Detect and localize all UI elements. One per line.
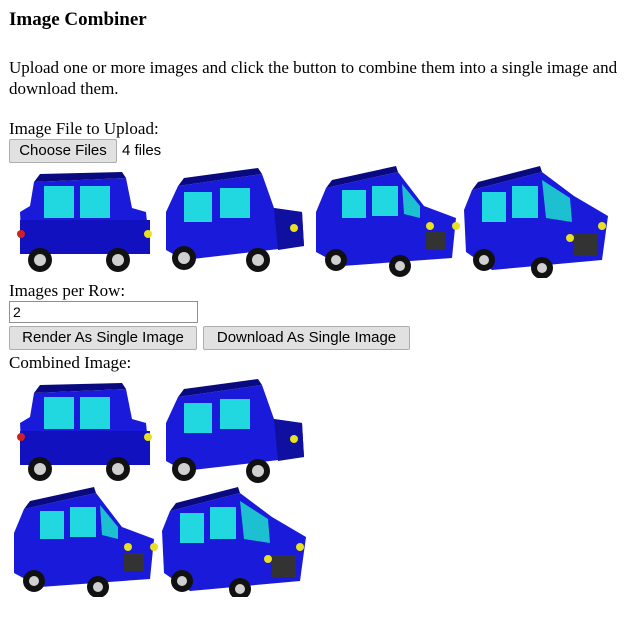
images-per-row-input[interactable]: [9, 301, 198, 323]
choose-files-button[interactable]: Choose Files: [9, 139, 117, 163]
thumbnail-3: [312, 166, 460, 278]
combined-cars-icon: [14, 379, 306, 597]
thumbnail-1: [14, 164, 154, 276]
combined-image-label: Combined Image:: [9, 353, 132, 372]
thumbnail-2: [162, 164, 308, 276]
combined-image: [14, 375, 314, 597]
upload-label: Image File to Upload:: [9, 119, 159, 138]
download-single-image-button[interactable]: Download As Single Image: [203, 326, 410, 350]
images-per-row-label: Images per Row:: [9, 281, 126, 300]
files-status: 4 files: [122, 142, 162, 159]
thumbnail-4: [462, 166, 612, 278]
blue-car-right-icon: [464, 166, 608, 278]
blue-car-front-icon: [17, 172, 152, 272]
blue-car-angled-icon: [166, 168, 304, 272]
render-single-image-button[interactable]: Render As Single Image: [9, 326, 197, 350]
intro-text: Upload one or more images and click the …: [9, 58, 618, 98]
page-title: Image Combiner: [9, 9, 147, 30]
blue-car-three-quarter-icon: [316, 166, 460, 277]
